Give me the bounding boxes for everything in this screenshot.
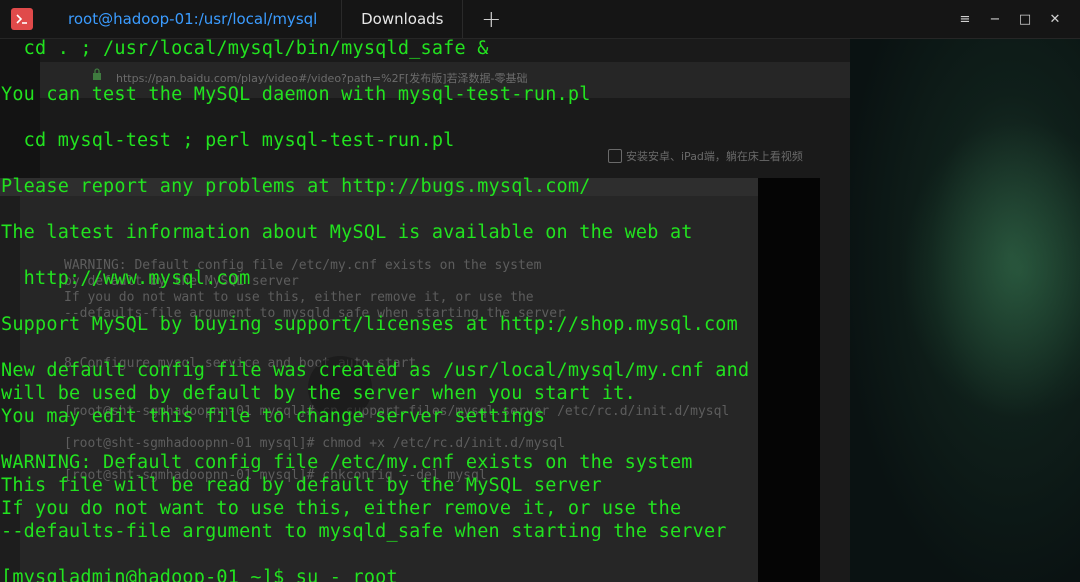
terminal-line: You can test the MySQL daemon with mysql… (1, 84, 591, 105)
terminal-line: This file will be read by default by the… (1, 475, 602, 496)
window-controls: ≡ − □ ✕ (950, 0, 1080, 38)
close-icon: ✕ (1049, 11, 1061, 27)
maximize-button[interactable]: □ (1010, 0, 1040, 38)
tab-label: Downloads (361, 10, 444, 28)
terminal-line: New default config file was created as /… (1, 360, 750, 381)
terminal-output[interactable]: cd . ; /usr/local/mysql/bin/mysqld_safe … (0, 38, 850, 582)
terminal-line: Support MySQL by buying support/licenses… (1, 314, 738, 335)
terminal-line: cd mysql-test ; perl mysql-test-run.pl (1, 130, 455, 151)
minimize-icon: − (989, 11, 1001, 27)
maximize-icon: □ (1018, 11, 1032, 27)
tab-label: root@hadoop-01:/usr/local/mysql (68, 10, 318, 28)
terminal-line: The latest information about MySQL is av… (1, 222, 693, 243)
tab-downloads[interactable]: Downloads (342, 0, 464, 38)
terminal-line: Please report any problems at http://bug… (1, 176, 591, 197)
terminal-prompt-icon (16, 14, 27, 24)
add-tab-button[interactable]: + (463, 0, 519, 38)
terminal-line: will be used by default by the server wh… (1, 383, 636, 404)
terminal-line: You may edit this file to change server … (1, 406, 546, 427)
terminal-app-icon[interactable] (0, 0, 44, 38)
terminal-line: cd . ; /usr/local/mysql/bin/mysqld_safe … (1, 38, 489, 59)
terminal-line: http://www.mysql.com (1, 268, 251, 289)
terminal-line: If you do not want to use this, either r… (1, 498, 682, 519)
menu-button[interactable]: ≡ (950, 0, 980, 38)
hamburger-icon: ≡ (959, 11, 971, 27)
terminal-titlebar: root@hadoop-01:/usr/local/mysql Download… (0, 0, 1080, 39)
minimize-button[interactable]: − (980, 0, 1010, 38)
terminal-line: [mysqladmin@hadoop-01 ~]$ su - root (1, 567, 398, 582)
plus-icon: + (481, 5, 502, 33)
terminal-line: --defaults-file argument to mysqld_safe … (1, 521, 727, 542)
wallpaper-aurora (900, 120, 1080, 420)
terminal-line: WARNING: Default config file /etc/my.cnf… (1, 452, 693, 473)
close-button[interactable]: ✕ (1040, 0, 1070, 38)
tab-terminal-mysql[interactable]: root@hadoop-01:/usr/local/mysql (44, 0, 343, 38)
